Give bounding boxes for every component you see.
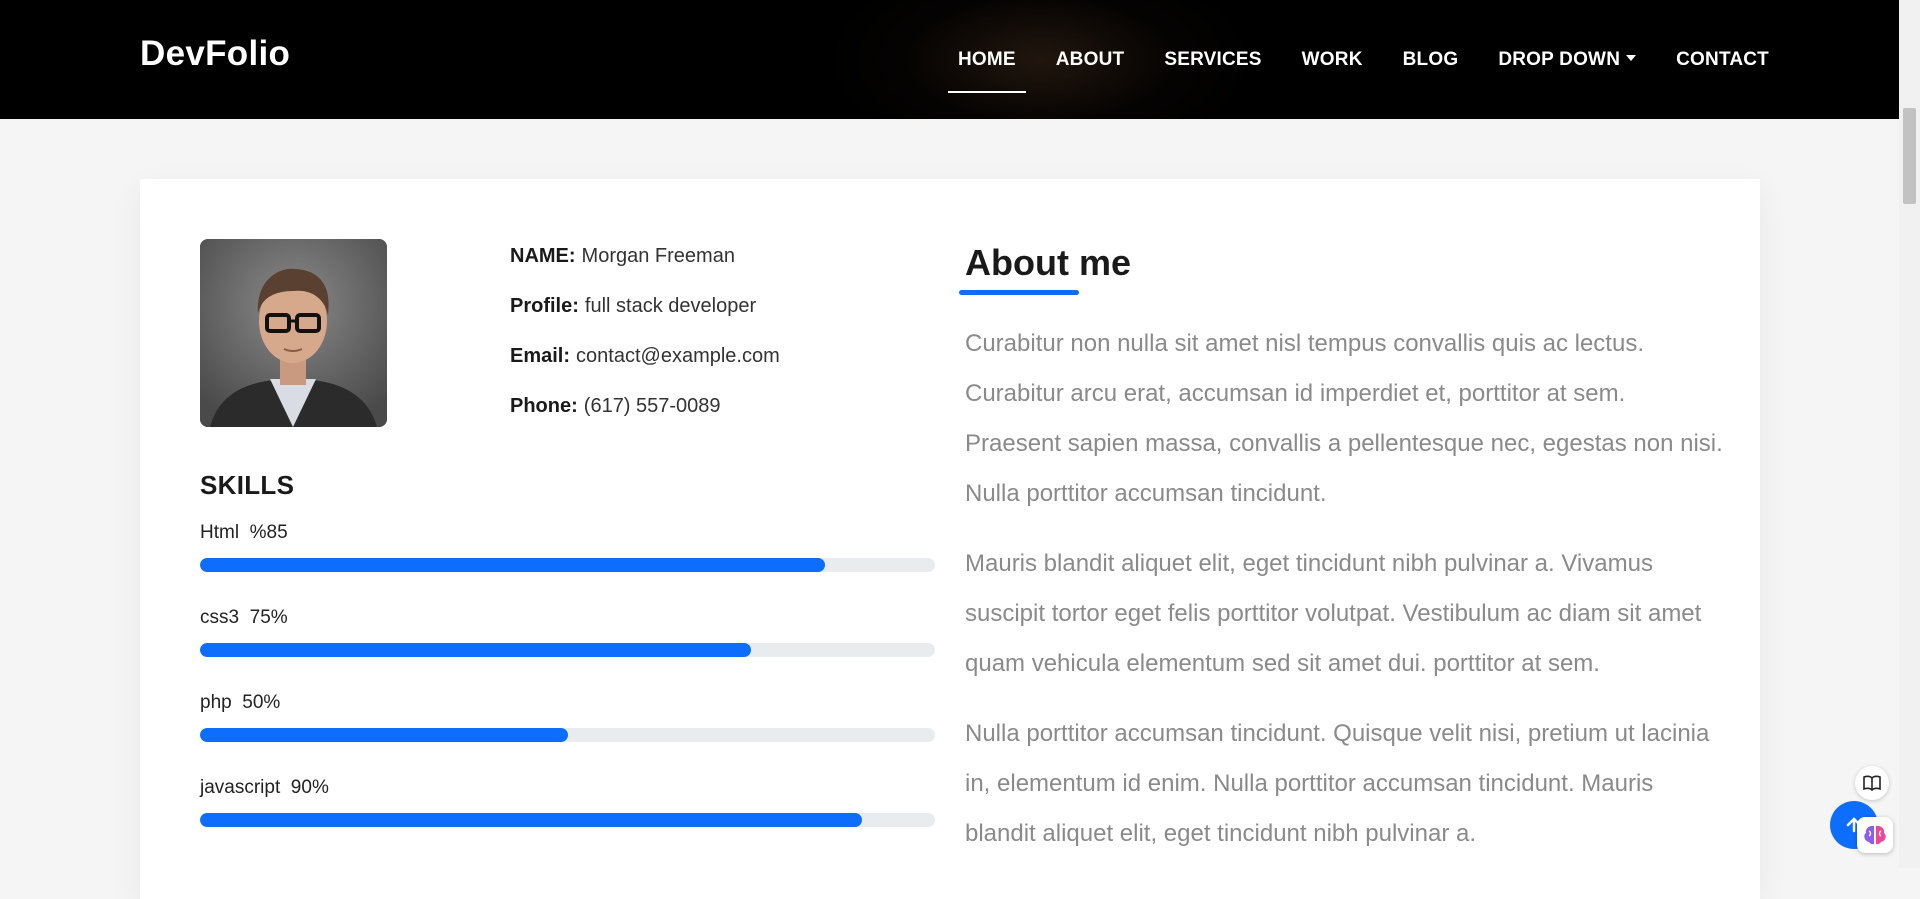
caret-down-icon (1626, 54, 1637, 61)
skill-label: php 50% (200, 692, 281, 713)
phone-value[interactable]: (617) 557-0089 (584, 395, 721, 417)
skill-label: Html %85 (200, 522, 288, 543)
page-scrollbar[interactable] (1899, 0, 1920, 868)
site-header: DevFolio HOME ABOUT SERVICES WORK BLOG D… (0, 0, 1899, 119)
skill-label: css3 75% (200, 607, 288, 628)
skill-item: Html %85 (200, 522, 935, 607)
nav-item-contact[interactable]: CONTACT (1676, 49, 1769, 71)
nav-label: SERVICES (1164, 48, 1262, 70)
profile-email-row: Email: contact@example.com (510, 343, 780, 393)
progress-fill (200, 643, 752, 657)
email-label: Email: (510, 345, 571, 367)
nav-item-work[interactable]: WORK (1302, 49, 1363, 71)
nav-label: BLOG (1402, 48, 1459, 70)
skills-heading: SKILLS (200, 470, 295, 500)
title-underline (959, 290, 1079, 295)
book-icon[interactable] (1855, 766, 1889, 800)
main-nav: HOME ABOUT SERVICES WORK BLOG DROP DOWN … (947, 0, 1769, 119)
scrollbar-thumb[interactable] (1903, 108, 1916, 204)
nav-item-home[interactable]: HOME (947, 48, 1026, 93)
name-label: NAME: (510, 245, 576, 267)
progress-bar (200, 643, 935, 657)
nav-item-dropdown[interactable]: DROP DOWN (1498, 48, 1637, 71)
about-card: NAME: Morgan Freeman Profile: full stack d… (140, 179, 1760, 899)
about-paragraph: Nulla porttitor accumsan tincidunt. Quis… (965, 720, 1710, 847)
profile-label: Profile: (510, 295, 579, 317)
nav-label: WORK (1301, 48, 1363, 70)
name-value: Morgan Freeman (581, 245, 735, 267)
skill-item: javascript 90% (200, 777, 935, 862)
about-paragraph: Mauris blandit aliquet elit, eget tincid… (965, 550, 1702, 677)
about-section: About me Curabitur non nulla sit amet ni… (959, 239, 1725, 859)
nav-item-services[interactable]: SERVICES (1164, 49, 1261, 71)
progress-fill (200, 813, 862, 827)
person-portrait-icon (200, 239, 387, 427)
nav-label: DROP DOWN (1498, 48, 1621, 70)
progress-bar (200, 728, 935, 742)
nav-label: ABOUT (1055, 48, 1125, 70)
nav-item-about[interactable]: ABOUT (1056, 49, 1125, 71)
profile-value: full stack developer (584, 295, 757, 317)
nav-label: CONTACT (1676, 48, 1769, 70)
progress-fill (200, 558, 825, 572)
progress-bar (200, 558, 935, 572)
skill-item: css3 75% (200, 607, 935, 692)
nav-label: HOME (957, 48, 1016, 70)
brain-icon[interactable] (1857, 817, 1893, 853)
nav-item-blog[interactable]: BLOG (1403, 49, 1459, 71)
skills-list: Html %85 css3 75% php 50% javascript 90% (200, 522, 935, 862)
progress-bar (200, 813, 935, 827)
profile-name-row: NAME: Morgan Freeman (510, 243, 780, 293)
about-paragraph: Curabitur non nulla sit amet nisl tempus… (965, 330, 1723, 507)
email-value[interactable]: contact@example.com (576, 345, 780, 367)
site-logo[interactable]: DevFolio (140, 34, 290, 74)
profile-photo (200, 239, 387, 427)
about-title: About me (965, 242, 1131, 283)
profile-info: NAME: Morgan Freeman Profile: full stack d… (510, 243, 780, 443)
phone-label: Phone: (510, 395, 578, 417)
skill-label: javascript 90% (200, 777, 329, 798)
profile-role-row: Profile: full stack developer (510, 293, 780, 343)
progress-fill (200, 728, 568, 742)
skill-item: php 50% (200, 692, 935, 777)
profile-phone-row: Phone: (617) 557-0089 (510, 393, 780, 443)
